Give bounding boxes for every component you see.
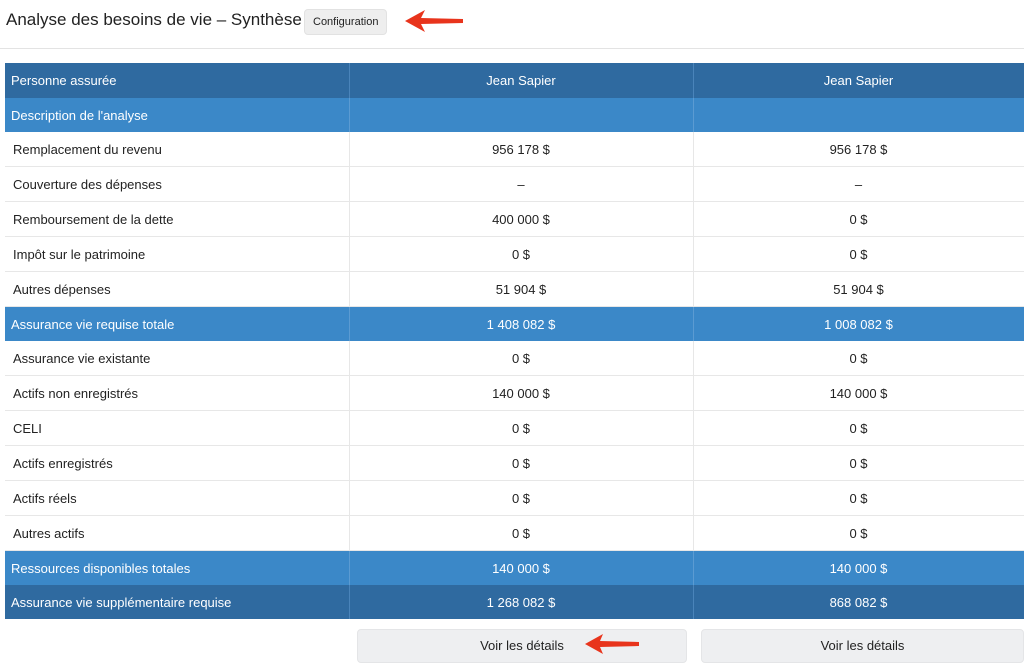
row-value-person-1: 0 $ bbox=[349, 515, 694, 551]
row-value-person-2: – bbox=[693, 166, 1024, 202]
table-row: Remboursement de la dette 400 000 $0 $ bbox=[5, 201, 1024, 237]
row-label: CELI bbox=[5, 410, 350, 446]
row-label: Autres dépenses bbox=[5, 271, 350, 307]
table-row: Remplacement du revenu 956 178 $956 178 $ bbox=[5, 132, 1024, 167]
row-value-person-1: 140 000 $ bbox=[349, 550, 694, 585]
row-label: Couverture des dépenses bbox=[5, 166, 350, 202]
needs-summary-table: Personne assurée Jean Sapier Jean Sapier… bbox=[5, 63, 1024, 619]
table-row: Assurance vie existante 0 $0 $ bbox=[5, 341, 1024, 376]
table-row: Autres actifs 0 $0 $ bbox=[5, 515, 1024, 551]
table-summary-row: Description de l'analyse bbox=[5, 98, 1024, 132]
row-label: Assurance vie existante bbox=[5, 341, 350, 376]
row-value-person-1: 0 $ bbox=[349, 236, 694, 272]
column-header-person-2: Jean Sapier bbox=[693, 63, 1024, 98]
row-label: Impôt sur le patrimoine bbox=[5, 236, 350, 272]
row-value-person-2: 1 008 082 $ bbox=[693, 306, 1024, 341]
table-summary-row: Assurance vie requise totale 1 408 082 $1… bbox=[5, 306, 1024, 341]
row-value-person-2: 140 000 $ bbox=[693, 550, 1024, 585]
row-label: Actifs réels bbox=[5, 480, 350, 516]
table-row: Actifs non enregistrés 140 000 $140 000 $ bbox=[5, 375, 1024, 411]
row-label: Ressources disponibles totales bbox=[5, 550, 350, 585]
red-arrow-icon bbox=[405, 10, 463, 32]
summary-table-wrapper: Personne assurée Jean Sapier Jean Sapier… bbox=[5, 63, 1024, 619]
row-value-person-2: 0 $ bbox=[693, 480, 1024, 516]
row-value-person-2 bbox=[693, 98, 1024, 132]
column-header-insured: Personne assurée bbox=[5, 63, 350, 98]
row-value-person-2: 140 000 $ bbox=[693, 375, 1024, 411]
row-value-person-1: 0 $ bbox=[349, 341, 694, 376]
red-arrow-icon bbox=[585, 634, 639, 654]
configuration-button[interactable]: Configuration bbox=[304, 9, 388, 35]
table-row: Autres dépenses 51 904 $51 904 $ bbox=[5, 271, 1024, 307]
row-value-person-2: 0 $ bbox=[693, 236, 1024, 272]
row-label: Description de l'analyse bbox=[5, 98, 350, 132]
row-label: Actifs non enregistrés bbox=[5, 375, 350, 411]
row-value-person-1: 1 408 082 $ bbox=[349, 306, 694, 341]
row-value-person-1: – bbox=[349, 166, 694, 202]
row-value-person-2: 0 $ bbox=[693, 341, 1024, 376]
row-value-person-2: 956 178 $ bbox=[693, 132, 1024, 167]
table-row: Actifs enregistrés 0 $0 $ bbox=[5, 445, 1024, 481]
row-label: Actifs enregistrés bbox=[5, 445, 350, 481]
view-details-button-2[interactable]: Voir les détails bbox=[701, 629, 1024, 663]
row-label: Remplacement du revenu bbox=[5, 132, 350, 167]
row-label: Assurance vie requise totale bbox=[5, 306, 350, 341]
table-header-row: Personne assurée Jean Sapier Jean Sapier bbox=[5, 63, 1024, 98]
row-value-person-1: 400 000 $ bbox=[349, 201, 694, 237]
row-value-person-1 bbox=[349, 98, 694, 132]
row-value-person-1: 140 000 $ bbox=[349, 375, 694, 411]
row-value-person-2: 868 082 $ bbox=[693, 585, 1024, 619]
row-value-person-1: 51 904 $ bbox=[349, 271, 694, 307]
row-value-person-1: 0 $ bbox=[349, 445, 694, 481]
row-label: Autres actifs bbox=[5, 515, 350, 551]
row-value-person-1: 0 $ bbox=[349, 480, 694, 516]
column-header-person-1: Jean Sapier bbox=[349, 63, 694, 98]
row-value-person-1: 956 178 $ bbox=[349, 132, 694, 167]
row-value-person-1: 0 $ bbox=[349, 410, 694, 446]
row-value-person-2: 0 $ bbox=[693, 201, 1024, 237]
table-row: CELI 0 $0 $ bbox=[5, 410, 1024, 446]
table-summary-row: Assurance vie supplémentaire requise 1 26… bbox=[5, 585, 1024, 619]
row-label: Assurance vie supplémentaire requise bbox=[5, 585, 350, 619]
row-value-person-2: 0 $ bbox=[693, 515, 1024, 551]
page-header: Analyse des besoins de vie – Synthèse Co… bbox=[0, 0, 1024, 49]
row-value-person-2: 0 $ bbox=[693, 410, 1024, 446]
row-label: Remboursement de la dette bbox=[5, 201, 350, 237]
table-row: Couverture des dépenses – – bbox=[5, 166, 1024, 202]
table-row: Impôt sur le patrimoine 0 $0 $ bbox=[5, 236, 1024, 272]
row-value-person-2: 51 904 $ bbox=[693, 271, 1024, 307]
table-row: Actifs réels 0 $0 $ bbox=[5, 480, 1024, 516]
row-value-person-2: 0 $ bbox=[693, 445, 1024, 481]
row-value-person-1: 1 268 082 $ bbox=[349, 585, 694, 619]
table-summary-row: Ressources disponibles totales 140 000 $1… bbox=[5, 550, 1024, 585]
page-title: Analyse des besoins de vie – Synthèse bbox=[6, 10, 302, 29]
